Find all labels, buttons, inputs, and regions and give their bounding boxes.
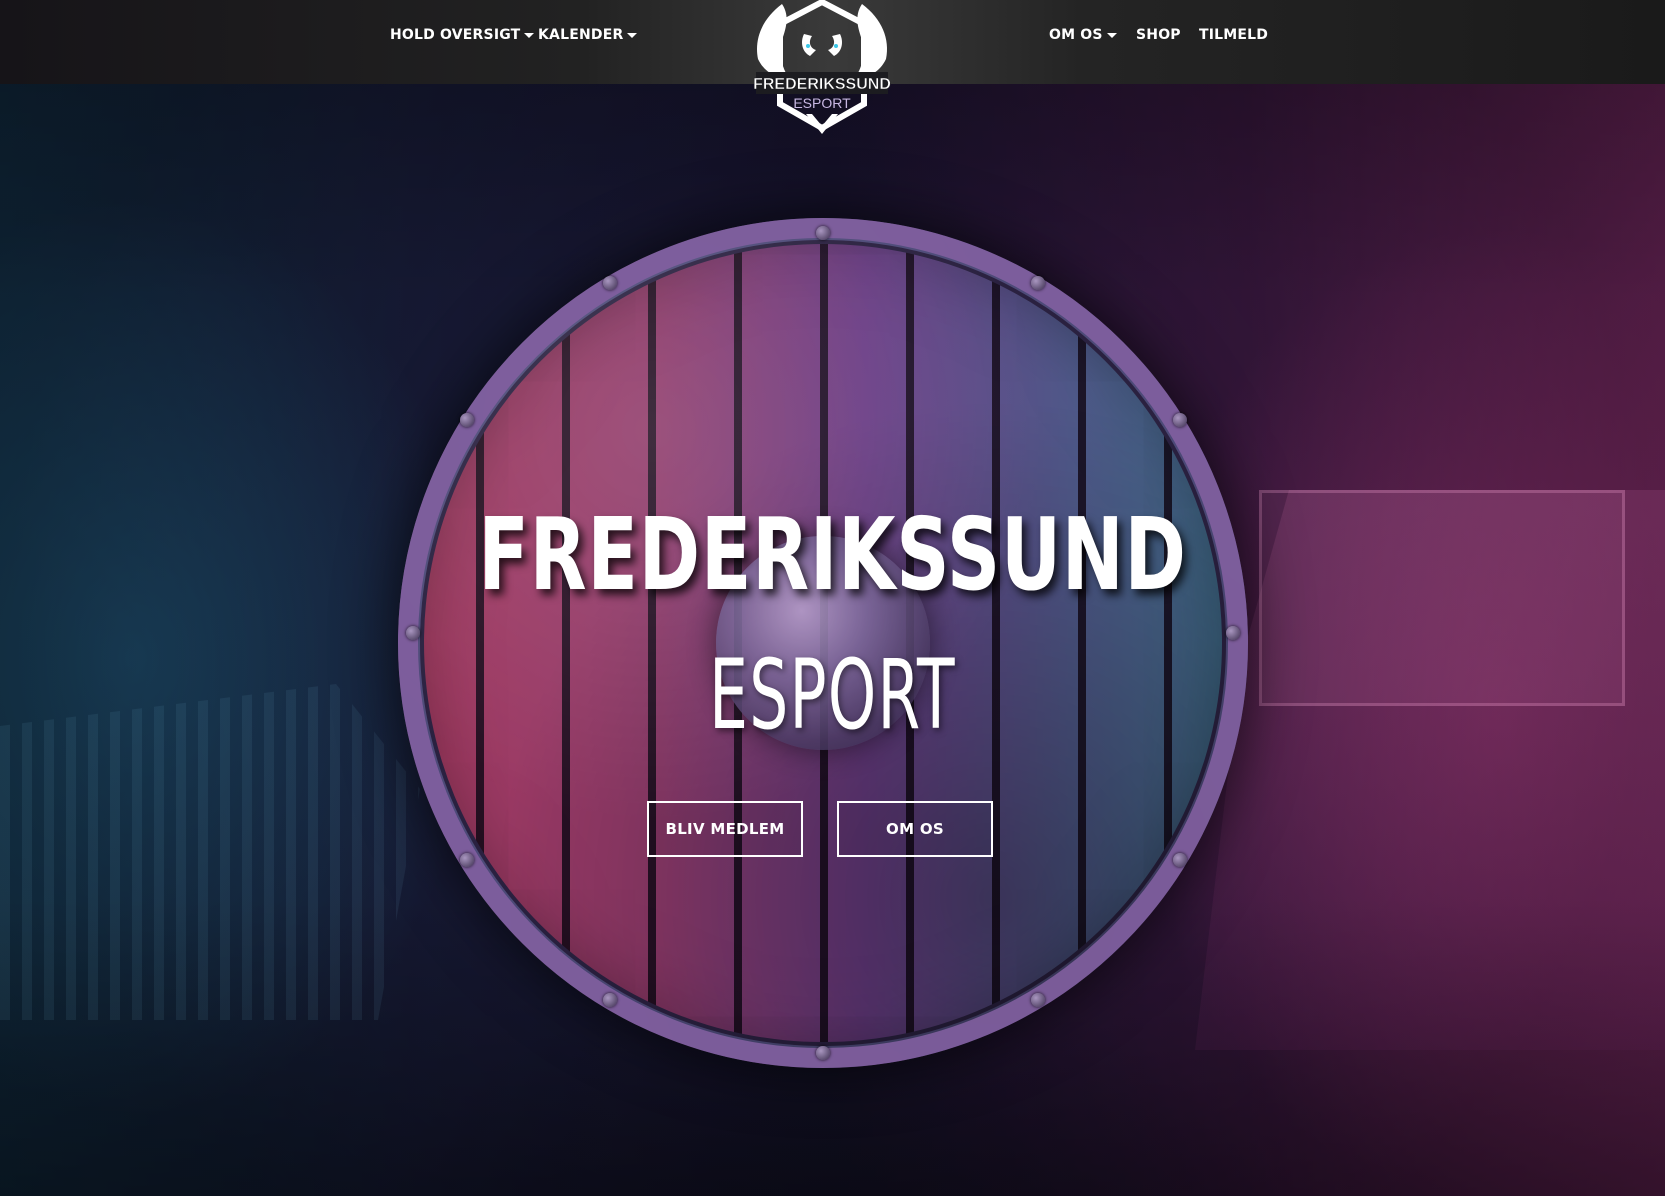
nav-item-shop[interactable]: SHOP: [1136, 0, 1181, 70]
nav-item-label: OM OS: [1049, 27, 1103, 43]
shield-rivet: [1226, 626, 1240, 640]
shield-rivet: [603, 276, 617, 290]
caret-down-icon: [1106, 32, 1117, 38]
caret-down-icon: [627, 32, 638, 38]
nav-item-tilmeld[interactable]: TILMELD: [1199, 0, 1268, 70]
page: HOLD OVERSIGT KALENDER OM OS SHOP TILMEL…: [0, 0, 1665, 1196]
phoenix-wing-left-icon: [757, 4, 790, 80]
nav-item-om-os[interactable]: OM OS: [1049, 0, 1117, 70]
bliv-medlem-button[interactable]: BLIV MEDLEM: [647, 801, 803, 857]
phoenix-eye-icon: [806, 44, 810, 48]
nav-item-label: TILMELD: [1199, 27, 1269, 43]
nav-item-hold-oversigt[interactable]: HOLD OVERSIGT: [390, 0, 535, 70]
phoenix-wing-right-icon: [854, 4, 887, 80]
nav-item-label: HOLD OVERSIGT: [390, 27, 521, 43]
shield-rivet: [816, 1046, 830, 1060]
shield-rivet: [406, 626, 420, 640]
hero-subtitle: ESPORT: [709, 639, 956, 751]
nav-item-label: SHOP: [1136, 27, 1181, 43]
caret-down-icon: [524, 32, 535, 38]
shield-rivet: [816, 226, 830, 240]
shield-rivet: [1031, 276, 1045, 290]
shield-rivet: [460, 413, 474, 427]
nav-item-label: KALENDER: [538, 27, 624, 43]
shield-rivet: [603, 993, 617, 1007]
phoenix-eye-icon: [834, 44, 838, 48]
logo-line1: FREDERIKSSUND: [753, 76, 891, 93]
shield-rivet: [1031, 993, 1045, 1007]
om-os-button[interactable]: OM OS: [837, 801, 993, 857]
shield-rivet: [1173, 853, 1187, 867]
logo-line2: ESPORT: [793, 95, 851, 111]
shield-rivet: [460, 853, 474, 867]
shield-rivet: [1173, 413, 1187, 427]
hero-title: FREDERIKSSUND: [478, 496, 1187, 613]
nav-item-kalender[interactable]: KALENDER: [538, 0, 638, 70]
frederikssund-esport-logo[interactable]: FREDERIKSSUND ESPORT: [742, 0, 902, 142]
